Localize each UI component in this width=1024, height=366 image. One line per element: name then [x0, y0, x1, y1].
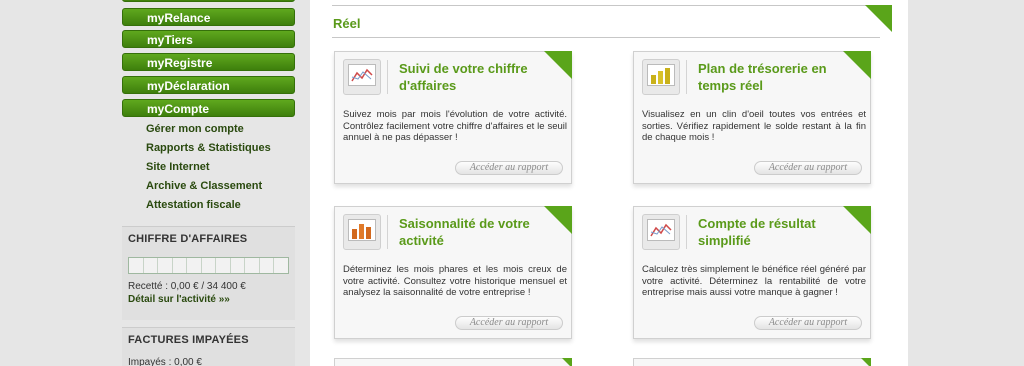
- ca-recette-text: Recetté : 0,00 € / 34 400 €: [128, 281, 246, 292]
- access-report-button[interactable]: Accéder au rapport: [754, 316, 862, 330]
- section-title: Réel: [333, 16, 361, 31]
- impayes-text: Impayés : 0,00 €: [128, 357, 202, 366]
- card-description: Déterminez les mois phares et les mois c…: [343, 264, 567, 298]
- report-card-tresorerie[interactable]: Plan de trésorerie en temps réel Visuali…: [633, 51, 871, 184]
- card-description: Calculez très simplement le bénéfice rée…: [642, 264, 866, 298]
- card-description: Visualisez en un clin d'oeil toutes vos …: [642, 109, 866, 143]
- report-card-saisonnalite[interactable]: Saisonnalité de votre activité Détermine…: [334, 206, 572, 339]
- card-title: Suivi de votre chiffre d'affaires: [399, 61, 528, 93]
- submenu-attestation[interactable]: Attestation fiscale: [120, 196, 296, 215]
- line-chart-icon: [642, 214, 680, 250]
- submenu-gerer-compte[interactable]: Gérer mon compte: [120, 120, 296, 139]
- submenu-archive[interactable]: Archive & Classement: [120, 177, 296, 196]
- chiffre-affaires-title: CHIFFRE D'AFFAIRES: [128, 233, 248, 245]
- submenu-rapports[interactable]: Rapports & Statistiques: [120, 139, 296, 158]
- report-card-compte-resultat[interactable]: Compte de résultat simplifié Calculez tr…: [633, 206, 871, 339]
- nav-myrelance[interactable]: myRelance: [122, 8, 295, 26]
- card-fold-icon: [544, 51, 572, 79]
- factures-impayees-panel: FACTURES IMPAYÉES Impayés : 0,00 €: [122, 327, 295, 366]
- access-report-button[interactable]: Accéder au rapport: [455, 161, 563, 175]
- card-description: Suivez mois par mois l'évolution de votr…: [343, 109, 567, 143]
- nav-mycompte[interactable]: myCompte: [122, 99, 295, 117]
- card-fold-icon: [544, 206, 572, 234]
- mycompte-submenu: Gérer mon compte Rapports & Statistiques…: [120, 120, 296, 215]
- report-card-partial[interactable]: [334, 358, 572, 366]
- card-fold-icon: [843, 206, 871, 234]
- nav-mytiers[interactable]: myTiers: [122, 30, 295, 48]
- factures-title: FACTURES IMPAYÉES: [128, 334, 249, 346]
- ca-progress-bar: [128, 257, 289, 274]
- bar-chart-yellow-icon: [642, 59, 680, 95]
- section-corner-icon: [865, 5, 892, 32]
- card-title: Saisonnalité de votre activité: [399, 216, 530, 248]
- card-fold-icon: [843, 51, 871, 79]
- report-card-chiffre-affaires[interactable]: Suivi de votre chiffre d'affaires Suivez…: [334, 51, 572, 184]
- nav-myregistre[interactable]: myRegistre: [122, 53, 295, 71]
- section-divider: [332, 37, 880, 38]
- chiffre-affaires-panel: CHIFFRE D'AFFAIRES Recetté : 0,00 € / 34…: [122, 226, 295, 320]
- ca-detail-link[interactable]: Détail sur l'activité »»: [122, 292, 295, 305]
- report-card-partial[interactable]: [633, 358, 871, 366]
- submenu-site-internet[interactable]: Site Internet: [120, 158, 296, 177]
- sidebar: myRelance myTiers myRegistre myDéclarati…: [120, 0, 296, 366]
- card-title: Compte de résultat simplifié: [698, 216, 816, 248]
- main-content: Réel Suivi de votre chiffre d'affaires S…: [310, 0, 908, 366]
- card-title: Plan de trésorerie en temps réel: [698, 61, 827, 93]
- top-divider: [332, 5, 892, 6]
- nav-mydeclaration[interactable]: myDéclaration: [122, 76, 295, 94]
- bar-chart-orange-icon: [343, 214, 381, 250]
- access-report-button[interactable]: Accéder au rapport: [754, 161, 862, 175]
- nav-top-partial[interactable]: [122, 0, 295, 2]
- line-chart-icon: [343, 59, 381, 95]
- access-report-button[interactable]: Accéder au rapport: [455, 316, 563, 330]
